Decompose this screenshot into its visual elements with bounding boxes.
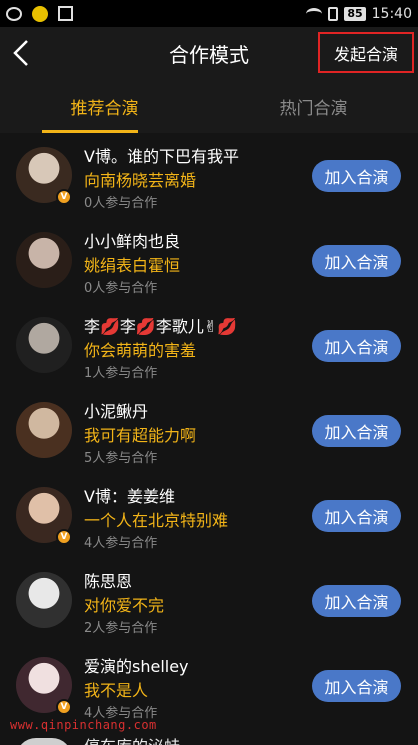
list-item-count: 0人参与合作 (84, 196, 158, 211)
back-button[interactable] (8, 37, 34, 69)
verified-badge-icon: V (56, 699, 72, 715)
join-duet-button[interactable]: 加入合演 (312, 160, 401, 192)
wifi-icon (306, 7, 323, 20)
nav-bar: 合作模式 发起合演 (0, 27, 418, 79)
join-duet-button[interactable]: 加入合演 (312, 245, 401, 277)
list-item[interactable]: 李💋李💋李歌儿✌💋 你会萌萌的害羞 1人参与合作 加入合演 (0, 303, 418, 388)
list-item-name: 李💋李💋李歌儿✌💋 (84, 317, 238, 336)
join-duet-button[interactable]: 加入合演 (312, 415, 401, 447)
list-item-name: 停车库的泌蛙 (84, 733, 180, 745)
watermark: www.qinpinchang.com (10, 718, 157, 732)
list-item[interactable]: V 爱演的shelley 我不是人 4人参与合作 加入合演 (0, 643, 418, 728)
join-duet-button[interactable]: 加入合演 (312, 585, 401, 617)
list-item-song: 向南杨晓芸离婚 (84, 171, 197, 190)
list-item-song: 我不是人 (84, 681, 149, 700)
list-item-song: 姚绢表白霍恒 (84, 256, 181, 275)
avatar[interactable] (16, 232, 72, 288)
list-item-song: 我可有超能力啊 (84, 426, 197, 445)
avatar[interactable] (16, 572, 72, 628)
list-item-name: V博。谁的下巴有我平 (84, 147, 239, 166)
list-item-count: 0人参与合作 (84, 281, 158, 296)
battery-icon: 85 (344, 6, 366, 21)
avatar[interactable] (16, 402, 72, 458)
list-item-count: 5人参与合作 (84, 451, 158, 466)
list-item[interactable]: V V博：姜姜维一个人在北京特别难 4人参与合作 加入合演 (0, 473, 418, 558)
sim-icon (328, 6, 339, 21)
list-item[interactable]: V V博。谁的下巴有我平 向南杨晓芸离婚 0人参与合作 加入合演 (0, 133, 418, 218)
avatar[interactable] (16, 317, 72, 373)
avatar[interactable] (16, 738, 72, 745)
join-duet-button[interactable]: 加入合演 (312, 670, 401, 702)
duet-list: V V博。谁的下巴有我平 向南杨晓芸离婚 0人参与合作 加入合演 小小鲜肉也良 姚绢表白霍恒… (0, 133, 418, 728)
list-item-name: 陈思恩 (84, 572, 133, 591)
list-item-name: 爱演的shelley (84, 657, 189, 676)
list-item-song: 一个人在北京特别难 (84, 511, 229, 530)
list-item-song: 对你爱不完 (84, 596, 165, 615)
clock: 15:40 (371, 5, 412, 22)
list-item-count: 1人参与合作 (84, 366, 158, 381)
list-item-song: 你会萌萌的害羞 (84, 341, 197, 360)
status-bar: 85 15:40 (0, 0, 418, 27)
list-item[interactable]: 小泥鳅丹我可有超能力啊 5人参与合作 加入合演 (0, 388, 418, 473)
coin-icon (32, 5, 48, 22)
list-item-name: 小泥鳅丹 (84, 402, 149, 421)
weibo-icon (6, 6, 22, 21)
list-item-count: 4人参与合作 (84, 536, 158, 551)
list-item[interactable]: 小小鲜肉也良 姚绢表白霍恒 0人参与合作 加入合演 (0, 218, 418, 303)
start-duet-button[interactable]: 发起合演 (318, 32, 414, 73)
verified-badge-icon: V (56, 529, 72, 545)
list-item[interactable]: 陈思恩对你爱不完 2人参与合作 加入合演 (0, 558, 418, 643)
chevron-left-icon (13, 40, 28, 66)
list-item-name: 小小鲜肉也良 (84, 232, 181, 251)
verified-badge-icon: V (56, 189, 72, 205)
list-item-name: V博：姜姜维 (84, 487, 175, 506)
list-item-count: 2人参与合作 (84, 621, 158, 636)
tab-bar: 推荐合演 热门合演 (0, 79, 418, 133)
join-duet-button[interactable]: 加入合演 (312, 500, 401, 532)
tab-popular[interactable]: 热门合演 (209, 79, 418, 133)
join-duet-button[interactable]: 加入合演 (312, 330, 401, 362)
tab-recommended[interactable]: 推荐合演 (0, 79, 209, 133)
scan-icon (58, 6, 73, 21)
